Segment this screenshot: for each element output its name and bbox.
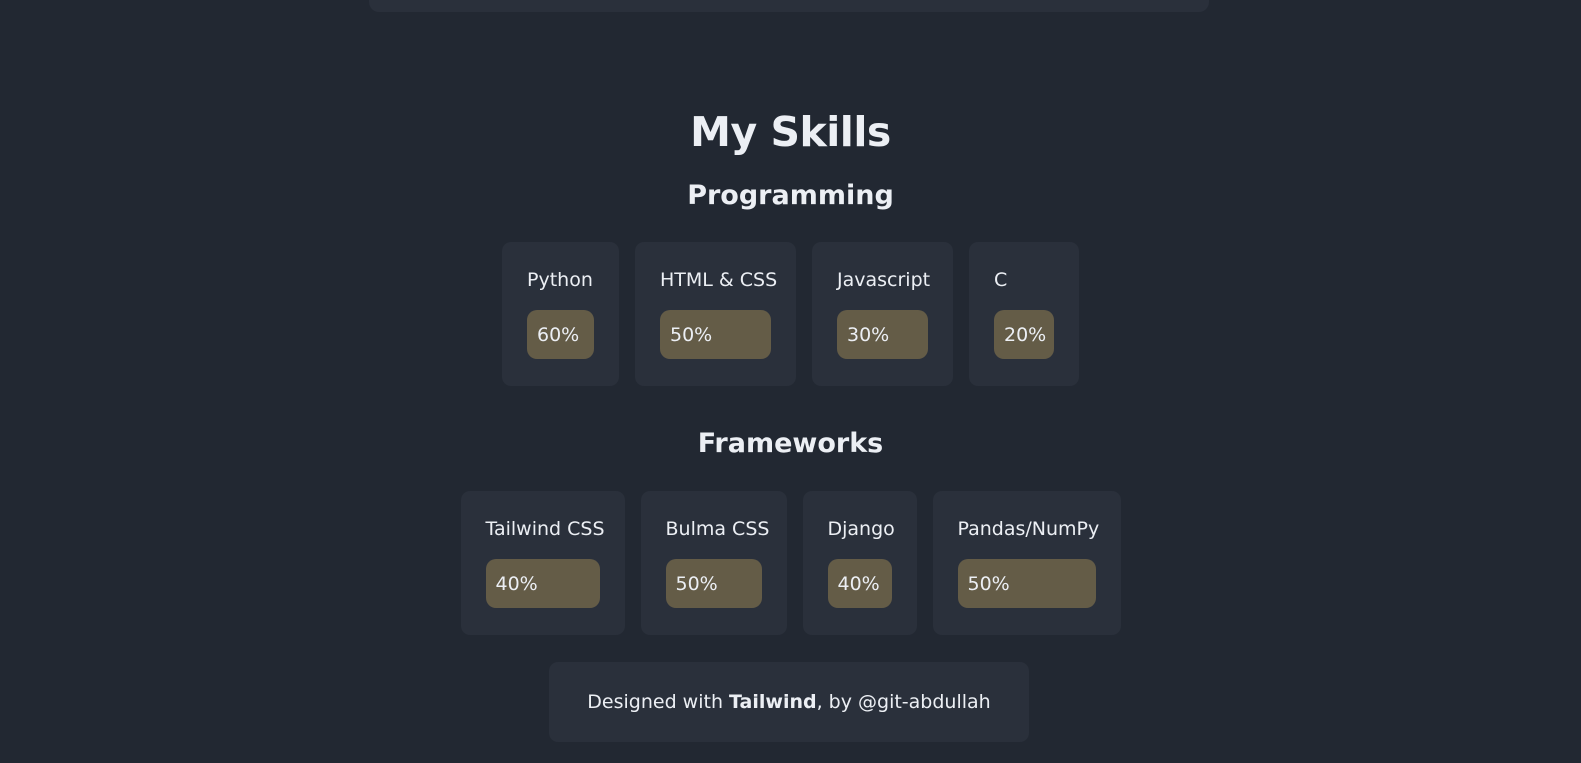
skill-card-html-css: HTML & CSS 50% [635, 242, 796, 386]
skill-name: Javascript [837, 269, 931, 291]
skill-card-c: C 20% [969, 242, 1079, 386]
skill-name: HTML & CSS [660, 269, 778, 291]
skill-name: Bulma CSS [665, 518, 770, 540]
skill-card-pandas-numpy: Pandas/NumPy 50% [932, 491, 1121, 635]
skills-title: My Skills [690, 108, 891, 156]
skill-level-badge: 50% [665, 559, 762, 608]
skill-card-django: Django 40% [802, 491, 917, 635]
footer-brand: Tailwind [729, 691, 817, 713]
skill-level-badge: 50% [957, 559, 1096, 608]
skill-card-bulma-css: Bulma CSS 50% [640, 491, 787, 635]
programming-skills-list: Python 60% HTML & CSS 50% Javascript 30%… [0, 242, 1581, 386]
footer: Designed with Tailwind, by @git-abdullah [549, 662, 1029, 742]
footer-suffix: , by @git-abdullah [816, 691, 991, 713]
skill-card-tailwind-css: Tailwind CSS 40% [460, 491, 625, 635]
skill-level-badge: 50% [660, 310, 771, 359]
skill-level-badge: 20% [994, 310, 1054, 359]
frameworks-skills-list: Tailwind CSS 40% Bulma CSS 50% Django 40… [0, 491, 1581, 635]
skill-level-badge: 40% [485, 559, 600, 608]
previous-section-panel [369, 0, 1209, 12]
programming-heading: Programming [687, 180, 894, 211]
skill-level-badge: 30% [837, 310, 928, 359]
skill-level-badge: 60% [527, 310, 594, 359]
skill-name: Tailwind CSS [485, 518, 605, 540]
skill-level-badge: 40% [827, 559, 892, 608]
page: My Skills Programming Python 60% HTML & … [0, 0, 1581, 763]
skill-name: Python [527, 269, 593, 291]
skill-card-javascript: Javascript 30% [812, 242, 953, 386]
footer-prefix: Designed with [587, 691, 730, 713]
frameworks-heading: Frameworks [697, 428, 884, 459]
skill-name: C [994, 269, 1008, 291]
skill-name: Pandas/NumPy [957, 518, 1100, 540]
skill-name: Django [827, 518, 895, 540]
skill-card-python: Python 60% [502, 242, 619, 386]
